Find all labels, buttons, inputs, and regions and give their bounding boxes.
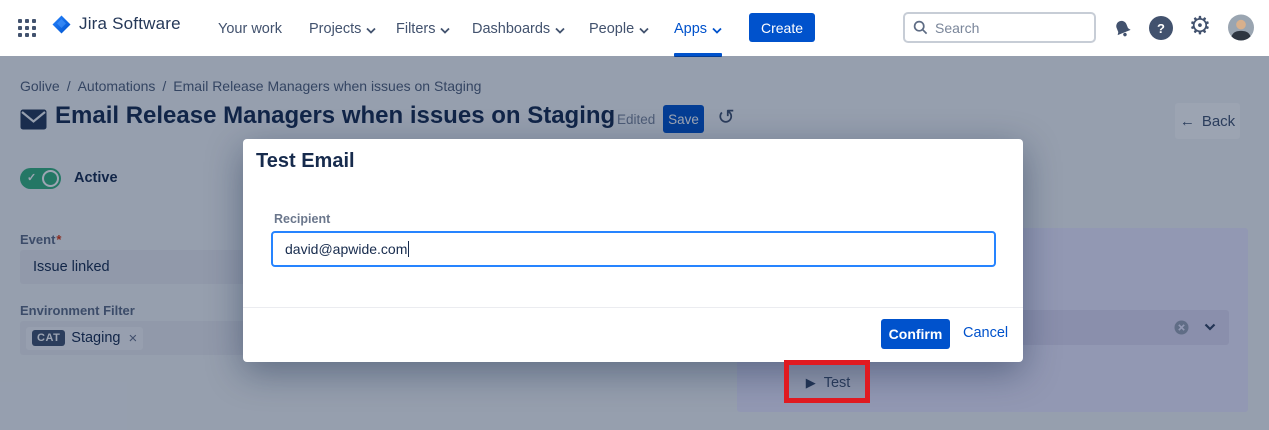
chevron-down-icon [555,27,565,34]
nav-label: Your work [218,21,282,37]
test-email-dialog: Test Email Recipient david@apwide.com Co… [243,139,1023,362]
search-input[interactable] [935,20,1065,36]
confirm-button[interactable]: Confirm [881,319,950,349]
question-mark-glyph: ? [1149,16,1173,40]
nav-item-filters[interactable]: Filters [396,19,450,39]
nav-item-people[interactable]: People [589,19,649,39]
nav-label: People [589,21,634,37]
search-icon [913,20,928,35]
jira-diamond-icon [52,15,71,34]
gear-glyph: ⚙ [1189,14,1211,39]
recipient-value: david@apwide.com [285,241,407,257]
nav-item-your-work[interactable]: Your work [218,19,282,39]
nav-item-projects[interactable]: Projects [309,19,376,39]
nav-label: Filters [396,21,435,37]
nav-label: Dashboards [472,21,550,37]
help-icon[interactable]: ? [1148,15,1174,41]
chevron-down-icon [712,27,722,34]
user-avatar[interactable] [1228,14,1254,40]
cancel-button[interactable]: Cancel [963,325,1008,341]
red-highlight-annotation [784,360,870,403]
dialog-divider [243,307,1023,308]
settings-gear-icon[interactable]: ⚙ [1187,13,1213,39]
nav-item-apps[interactable]: Apps [674,19,722,39]
nav-item-dashboards[interactable]: Dashboards [472,19,565,39]
jira-logo[interactable]: Jira Software [52,14,181,34]
search-box[interactable] [903,12,1096,43]
avatar-photo [1228,14,1254,41]
screen: Jira Software Your work Projects Filters… [0,0,1269,430]
top-navigation-bar: Jira Software Your work Projects Filters… [0,0,1269,56]
chevron-down-icon [440,27,450,34]
text-caret [408,241,409,257]
chevron-down-icon [639,27,649,34]
nav-label: Projects [309,21,361,37]
recipient-label: Recipient [274,212,330,226]
create-button[interactable]: Create [749,13,815,42]
recipient-input[interactable]: david@apwide.com [271,231,996,267]
notifications-bell-icon[interactable] [1109,15,1135,41]
brand-name: Jira Software [79,14,181,34]
app-switcher-icon[interactable] [18,19,36,37]
chevron-down-icon [366,27,376,34]
nav-label: Apps [674,21,707,37]
dialog-title: Test Email [256,150,355,173]
